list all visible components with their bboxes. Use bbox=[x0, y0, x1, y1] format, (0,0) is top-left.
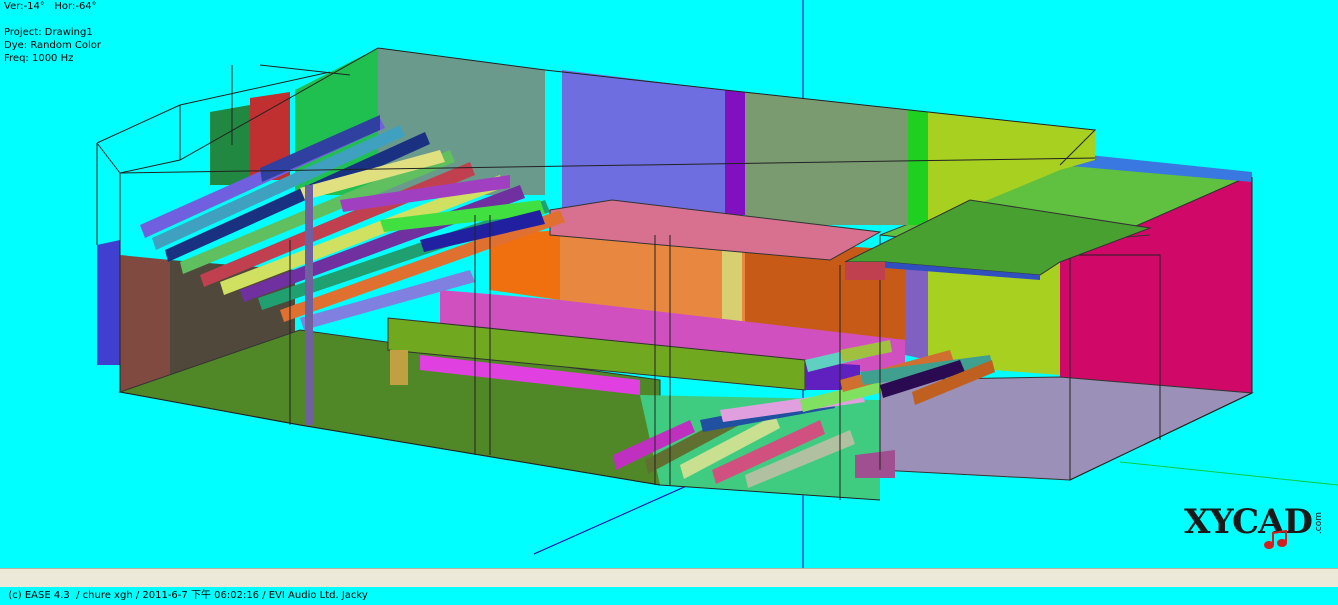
status-text: (c) EASE 4.3 / chure xgh / 2011-6-7 下午 0… bbox=[8, 590, 368, 601]
xycad-logo: XYCAD .com bbox=[1182, 496, 1332, 554]
stage-column bbox=[722, 240, 742, 330]
upper-column bbox=[305, 185, 313, 425]
wall-purple-strip bbox=[725, 90, 745, 215]
dye-mode: Dye: Random Color bbox=[4, 40, 102, 51]
logo-text: XYCAD bbox=[1184, 502, 1313, 542]
view-orientation: Ver:-14° Hor:-64° bbox=[4, 1, 97, 12]
wall-left-blue bbox=[97, 240, 120, 365]
wall-dark-green bbox=[210, 105, 250, 185]
3d-viewport[interactable]: Ver:-14° Hor:-64° Project: Drawing1 Dye:… bbox=[0, 0, 1338, 568]
project-name: Project: Drawing1 bbox=[4, 27, 93, 38]
upper-post bbox=[390, 350, 408, 385]
room-model-render[interactable] bbox=[0, 0, 1338, 568]
green-axis-line bbox=[1119, 461, 1338, 486]
status-bar: (c) EASE 4.3 / chure xgh / 2011-6-7 下午 0… bbox=[0, 568, 1338, 601]
wall-left-brown bbox=[120, 255, 170, 392]
frequency: Freq: 1000 Hz bbox=[4, 53, 74, 64]
wall-olive bbox=[745, 92, 908, 225]
wall-blue bbox=[562, 70, 725, 215]
right-balcony-front bbox=[845, 262, 885, 280]
wall-green-strip bbox=[908, 110, 928, 225]
diagonal-axis-line bbox=[533, 479, 701, 555]
logo-suffix: .com bbox=[1314, 512, 1324, 535]
music-note-icon bbox=[1264, 530, 1287, 549]
view-info-panel: Ver:-14° Hor:-64° Project: Drawing1 Dye:… bbox=[4, 0, 101, 65]
